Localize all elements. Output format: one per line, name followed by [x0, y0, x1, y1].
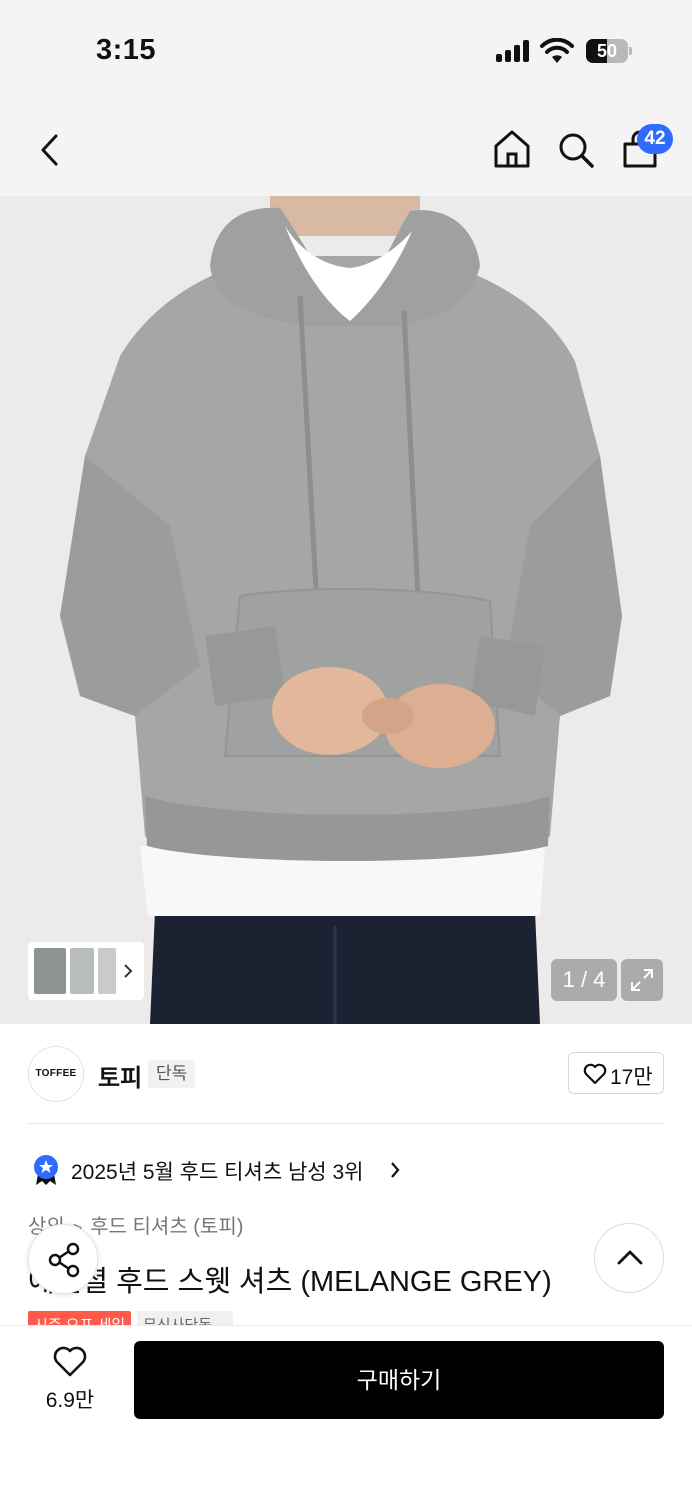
wifi-icon — [540, 38, 574, 63]
chevron-up-icon — [617, 1250, 643, 1265]
search-icon[interactable] — [556, 130, 596, 170]
share-icon — [48, 1242, 80, 1278]
battery-percent: 50 — [596, 41, 618, 61]
home-icon[interactable] — [492, 128, 532, 170]
scroll-to-top-button[interactable] — [594, 1223, 664, 1293]
battery-icon: 50 — [586, 39, 632, 63]
divider — [28, 1123, 664, 1124]
exclusive-badge: 무신사단독 — [137, 1311, 233, 1325]
thumbnail-3[interactable] — [98, 948, 116, 994]
back-arrow-icon[interactable] — [36, 132, 64, 168]
brand-name[interactable]: 토피 — [98, 1058, 142, 1093]
ranking-badge-icon — [34, 1155, 58, 1185]
heart-icon — [583, 1063, 607, 1085]
chevron-right-icon — [124, 964, 133, 978]
cellular-signal-icon — [496, 40, 530, 62]
image-counter: 1 / 4 — [551, 959, 617, 1001]
thumbnail-strip[interactable] — [28, 942, 144, 1000]
fullscreen-button[interactable] — [621, 959, 663, 1001]
product-title: 에센셜 후드 스웻 셔츠 (MELANGE GREY) — [28, 1266, 552, 1298]
exclusive-tag: 단독 — [148, 1060, 196, 1088]
status-time: 3:15 — [96, 34, 157, 66]
expand-icon — [631, 969, 653, 991]
share-button[interactable] — [28, 1224, 98, 1294]
thumbnail-2[interactable] — [70, 948, 94, 994]
sale-badge: 시즌 오프 세일 — [28, 1311, 131, 1325]
ranking-text[interactable]: 2025년 5월 후드 티셔츠 남성 3위 — [71, 1156, 363, 1186]
buy-button[interactable]: 구매하기 — [134, 1341, 664, 1419]
cart-count-badge: 42 — [637, 124, 673, 154]
heart-icon — [53, 1346, 87, 1377]
brand-like-count: 17만 — [610, 1066, 653, 1089]
wishlist-count: 6.9만 — [45, 1389, 95, 1412]
hoodie-model-illustration — [0, 196, 692, 1024]
status-bar: 3:15 50 — [0, 0, 692, 100]
brand-logo[interactable]: TOFFEE — [28, 1046, 84, 1102]
thumbnail-1[interactable] — [34, 948, 66, 994]
wishlist-button[interactable]: 6.9만 — [36, 1344, 104, 1414]
product-image[interactable] — [0, 196, 692, 1024]
brand-like-button[interactable]: 17만 — [568, 1052, 664, 1094]
chevron-right-icon — [391, 1162, 400, 1178]
breadcrumb-item[interactable]: 후드 티셔츠 (토피) — [90, 1216, 243, 1238]
